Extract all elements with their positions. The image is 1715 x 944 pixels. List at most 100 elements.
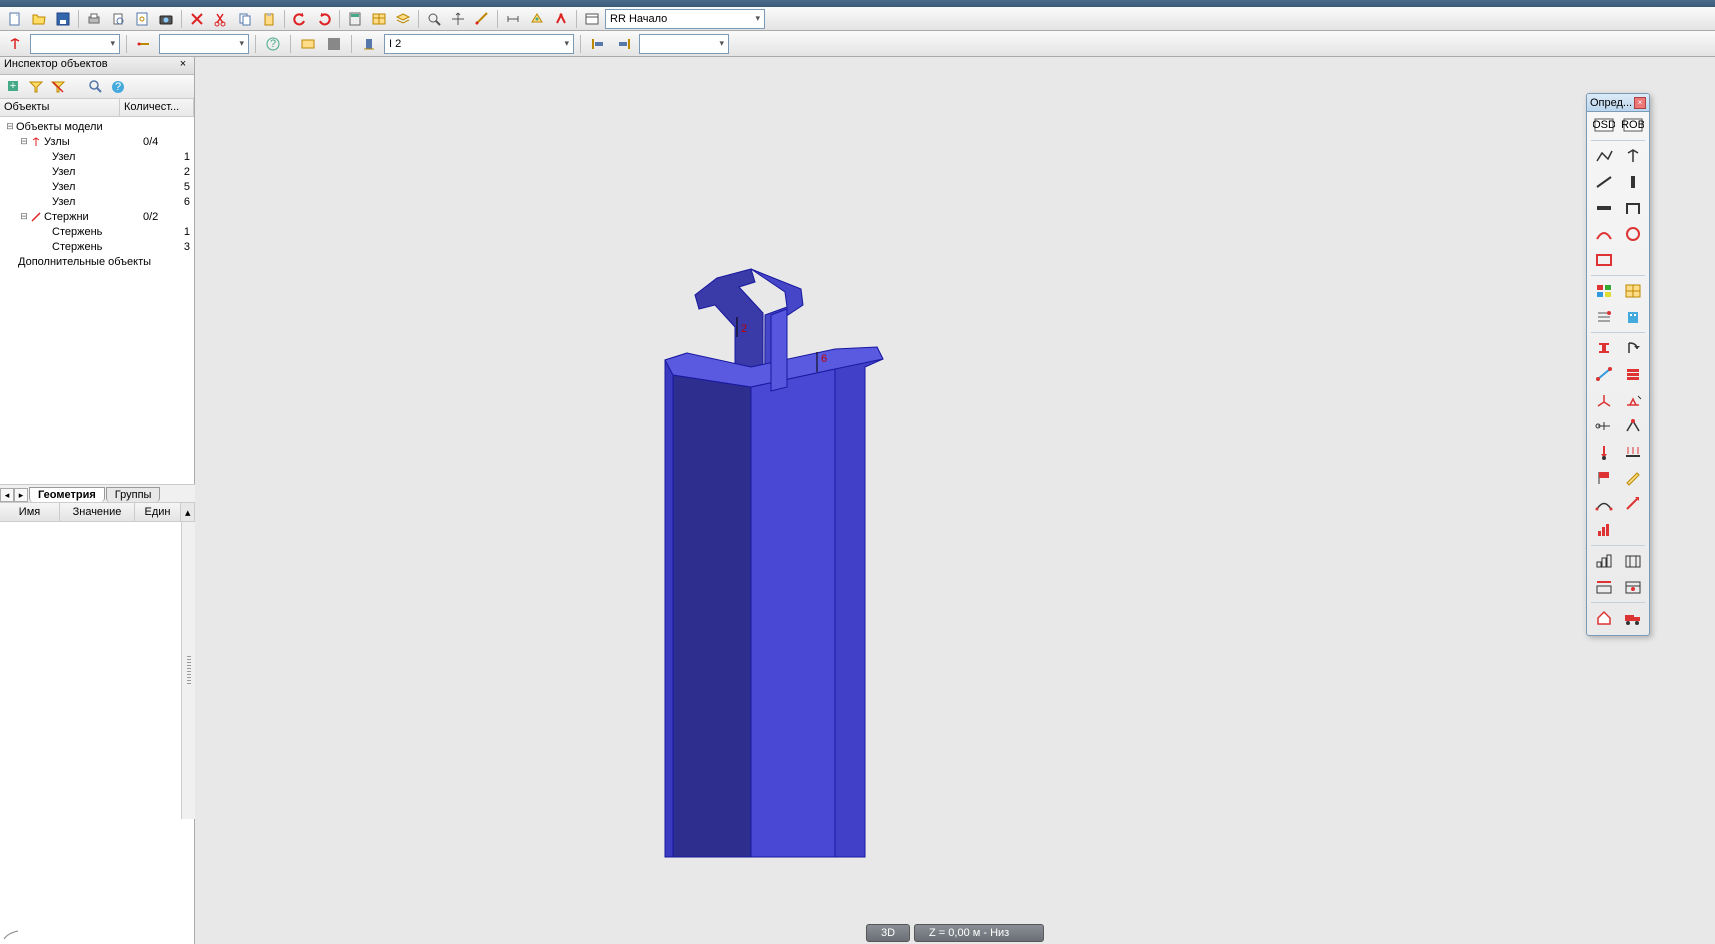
btn-pen2[interactable]: [1620, 493, 1646, 515]
measure-button[interactable]: [471, 9, 493, 29]
btn-building[interactable]: [1620, 306, 1646, 328]
snap-combo-2[interactable]: [159, 34, 249, 54]
color-swatch-button[interactable]: [323, 34, 345, 54]
btn-beam[interactable]: [1591, 197, 1617, 219]
btn-grid2[interactable]: [1620, 280, 1646, 302]
tree-extra-item[interactable]: Дополнительные объекты: [0, 254, 194, 269]
tab-scroll-right[interactable]: ▸: [14, 488, 28, 502]
btn-support1[interactable]: [1591, 389, 1617, 411]
settings-button[interactable]: [550, 9, 572, 29]
tree-node-item[interactable]: Узел6: [0, 194, 194, 209]
tab-scroll-left[interactable]: ◂: [0, 488, 14, 502]
3d-viewport[interactable]: 2 6 3D Z = 0,00 м - Низ: [195, 57, 1715, 944]
render-button[interactable]: [526, 9, 548, 29]
btn-frame2[interactable]: [1620, 550, 1646, 572]
view-mode-pill[interactable]: 3D: [866, 924, 910, 942]
table-button[interactable]: [368, 9, 390, 29]
btn-line[interactable]: [1591, 171, 1617, 193]
section-button[interactable]: [358, 34, 380, 54]
define-toolbox[interactable]: Опред... × OSD ROB: [1586, 93, 1650, 636]
pan-button[interactable]: [447, 9, 469, 29]
paste-button[interactable]: [258, 9, 280, 29]
save-button[interactable]: [52, 9, 74, 29]
btn-load-dist[interactable]: [1620, 441, 1646, 463]
search-icon[interactable]: [88, 79, 104, 95]
btn-pen[interactable]: [1620, 467, 1646, 489]
btn-polyline[interactable]: [1591, 145, 1617, 167]
btn-circle[interactable]: [1620, 223, 1646, 245]
calculator-button[interactable]: [344, 9, 366, 29]
print-preview-button[interactable]: [107, 9, 129, 29]
btn-release1[interactable]: [1591, 415, 1617, 437]
tree-nodes-group[interactable]: ⊟Узлы0/4: [0, 134, 194, 149]
btn-home[interactable]: [1591, 607, 1617, 629]
properties-body[interactable]: [0, 522, 181, 819]
tree-bar-item[interactable]: Стержень3: [0, 239, 194, 254]
layers-button[interactable]: [392, 9, 414, 29]
btn-rob[interactable]: ROB: [1620, 114, 1646, 136]
btn-isection[interactable]: [1591, 337, 1617, 359]
view-phase-combo[interactable]: RR Начало: [605, 9, 765, 29]
toolbox-titlebar[interactable]: Опред... ×: [1587, 94, 1649, 112]
btn-flag[interactable]: [1591, 467, 1617, 489]
tree-node-item[interactable]: Узел2: [0, 164, 194, 179]
tree-bars-group[interactable]: ⊟Стержни0/2: [0, 209, 194, 224]
btn-portal[interactable]: [1620, 197, 1646, 219]
align-end-button[interactable]: [613, 34, 635, 54]
snap-node-button[interactable]: [4, 34, 26, 54]
tab-groups[interactable]: Группы: [106, 487, 161, 502]
btn-stack[interactable]: [1620, 363, 1646, 385]
tree-bar-item[interactable]: Стержень1: [0, 224, 194, 239]
copy-button[interactable]: [234, 9, 256, 29]
btn-curve[interactable]: [1591, 493, 1617, 515]
redo-button[interactable]: [313, 9, 335, 29]
btn-osd[interactable]: OSD: [1591, 114, 1617, 136]
btn-frame4[interactable]: [1620, 576, 1646, 598]
coord-pill[interactable]: Z = 0,00 м - Низ: [914, 924, 1044, 942]
section-combo[interactable]: I 2: [384, 34, 574, 54]
btn-frame3[interactable]: [1591, 576, 1617, 598]
tab-geometry[interactable]: Геометрия: [29, 487, 105, 502]
help-context-button[interactable]: ?: [262, 34, 284, 54]
btn-column[interactable]: [1620, 171, 1646, 193]
tree-node-item[interactable]: Узел1: [0, 149, 194, 164]
align-start-button[interactable]: [587, 34, 609, 54]
btn-diagonal[interactable]: [1591, 363, 1617, 385]
open-file-button[interactable]: [28, 9, 50, 29]
btn-arc[interactable]: [1591, 223, 1617, 245]
btn-release2[interactable]: [1620, 415, 1646, 437]
dimension-button[interactable]: [502, 9, 524, 29]
vertical-splitter[interactable]: [181, 522, 195, 819]
filter-clear-icon[interactable]: [50, 79, 66, 95]
btn-rectangle[interactable]: [1591, 249, 1617, 271]
delete-button[interactable]: [186, 9, 208, 29]
btn-truck[interactable]: [1620, 607, 1646, 629]
scroll-up-icon[interactable]: ▴: [181, 503, 195, 521]
screenshot-button[interactable]: [155, 9, 177, 29]
undo-button[interactable]: [289, 9, 311, 29]
page-setup-button[interactable]: [131, 9, 153, 29]
cut-button[interactable]: [210, 9, 232, 29]
display-mode-button[interactable]: [297, 34, 319, 54]
btn-support2[interactable]: [1620, 389, 1646, 411]
toolbox-close-button[interactable]: ×: [1634, 97, 1646, 109]
btn-list[interactable]: [1591, 306, 1617, 328]
tree-root[interactable]: ⊟Объекты модели: [0, 119, 194, 134]
btn-rotate-section[interactable]: [1620, 337, 1646, 359]
filter-funnel-icon[interactable]: [28, 79, 44, 95]
btn-node[interactable]: [1620, 145, 1646, 167]
inspector-close-button[interactable]: ×: [176, 58, 190, 72]
btn-frame1[interactable]: [1591, 550, 1617, 572]
view-mode-button[interactable]: [581, 9, 603, 29]
print-button[interactable]: [83, 9, 105, 29]
tree-node-item[interactable]: Узел5: [0, 179, 194, 194]
zoom-window-button[interactable]: [423, 9, 445, 29]
new-file-button[interactable]: [4, 9, 26, 29]
btn-grid1[interactable]: [1591, 280, 1617, 302]
help-icon[interactable]: ?: [110, 79, 126, 95]
filter-add-icon[interactable]: +: [6, 79, 22, 95]
btn-bars[interactable]: [1591, 519, 1617, 541]
object-tree[interactable]: ⊟Объекты модели ⊟Узлы0/4 Узел1 Узел2 Узе…: [0, 117, 194, 417]
offset-combo[interactable]: [639, 34, 729, 54]
snap-combo-1[interactable]: [30, 34, 120, 54]
